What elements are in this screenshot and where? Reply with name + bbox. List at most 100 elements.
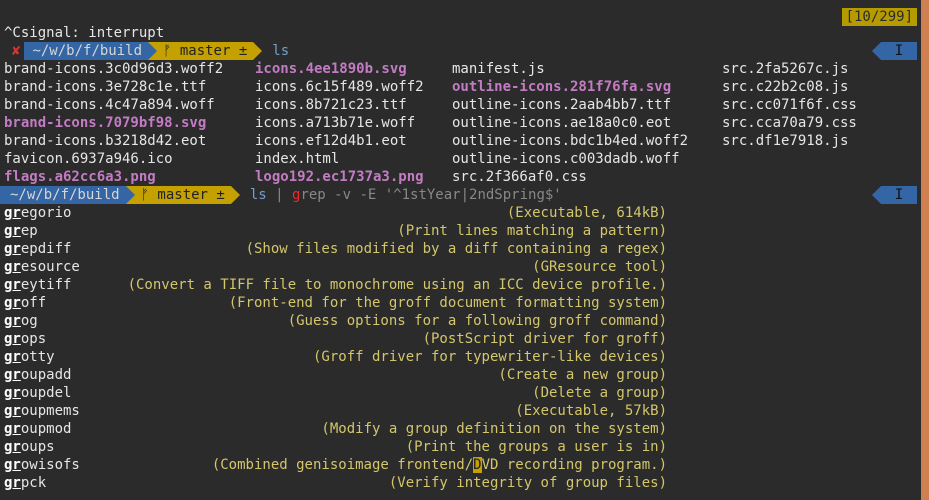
ls-file-entry: manifest.js bbox=[452, 61, 545, 77]
completion-match-prefix: gr bbox=[4, 421, 21, 437]
completion-description: (Front-end for the groff document format… bbox=[228, 295, 667, 311]
prompt-branch: ᚠ master ± bbox=[157, 42, 254, 60]
completion-item[interactable]: groupdel bbox=[4, 384, 71, 402]
completion-match-prefix: gr bbox=[4, 349, 21, 365]
signal-line: ^Csignal: interrupt bbox=[4, 25, 165, 41]
vi-mode-indicator: I bbox=[881, 186, 917, 204]
prompt-1: ✘ ~/w/b/f/build ᚠ master ± ls bbox=[0, 42, 289, 60]
vi-mode-indicator: I bbox=[881, 42, 917, 60]
completion-description: (Guess options for a following groff com… bbox=[287, 313, 667, 329]
ls-file-entry: src.2fa5267c.js bbox=[722, 61, 849, 77]
scrollbar[interactable] bbox=[921, 0, 929, 500]
completion-item[interactable]: groupmems bbox=[4, 402, 80, 420]
ls-file-entry: icons.a713b71e.woff bbox=[255, 115, 416, 131]
completion-match-prefix: gr bbox=[4, 475, 21, 491]
completion-description-part: (Combined genisoimage frontend/ bbox=[211, 457, 474, 473]
ls-file-entry: outline-icons.2aab4bb7.ttf bbox=[452, 97, 672, 113]
completion-description: (Print the groups a user is in) bbox=[405, 439, 667, 455]
completion-item[interactable]: growisofs bbox=[4, 456, 80, 474]
completion-item[interactable]: gresource bbox=[4, 258, 80, 276]
ls-file-entry: src.cc071f6f.css bbox=[722, 97, 857, 113]
prompt-2: ~/w/b/f/build ᚠ master ± ls | g rep -v -E… bbox=[0, 186, 562, 204]
ls-file-entry: index.html bbox=[255, 151, 340, 167]
completion-item[interactable]: grep bbox=[4, 222, 38, 240]
completion-command: pck bbox=[20, 475, 47, 491]
completion-match-prefix: gr bbox=[4, 259, 21, 275]
completion-command: oupdel bbox=[20, 385, 72, 401]
completion-item[interactable]: greytiff bbox=[4, 276, 71, 294]
ls-file-entry: brand-icons.7079bf98.svg bbox=[4, 115, 207, 131]
completion-description: (Show files modified by a diff containin… bbox=[245, 241, 667, 257]
completion-command: esource bbox=[20, 259, 80, 275]
completion-command: otty bbox=[20, 349, 55, 365]
ls-file-entry: brand-icons.b3218d42.eot bbox=[4, 133, 207, 149]
completion-item[interactable]: groupmod bbox=[4, 420, 71, 438]
completion-command: oups bbox=[20, 439, 55, 455]
prompt-path: ~/w/b/f/build bbox=[24, 42, 149, 60]
command-pipe: | bbox=[266, 187, 292, 203]
completion-item[interactable]: grotty bbox=[4, 348, 55, 366]
ls-file-entry: brand-icons.4c47a894.woff bbox=[4, 97, 215, 113]
ls-file-entry: src.2f366af0.css bbox=[452, 169, 587, 185]
right-prompt-1: I bbox=[872, 42, 917, 60]
completion-match-prefix: gr bbox=[4, 313, 21, 329]
ls-file-entry: brand-icons.3e728c1e.ttf bbox=[4, 79, 207, 95]
ls-file-entry: favicon.6937a946.ico bbox=[4, 151, 173, 167]
completion-description: (Convert a TIFF file to monochrome using… bbox=[127, 277, 667, 293]
completion-match-prefix: gr bbox=[4, 457, 21, 473]
command-autosuggest: rep -v -E '^1stYear|2ndSpring$' bbox=[300, 187, 562, 203]
powerline-arrow-icon bbox=[872, 186, 881, 204]
completion-command: oupadd bbox=[20, 367, 72, 383]
ls-file-entry: src.cca70a79.css bbox=[722, 115, 857, 131]
ls-file-entry: icons.ef12d4b1.eot bbox=[255, 133, 407, 149]
completion-match-prefix: gr bbox=[4, 223, 21, 239]
ls-file-entry: icons.8b721c23.ttf bbox=[255, 97, 407, 113]
completion-description: (GResource tool) bbox=[532, 259, 667, 275]
prompt-path: ~/w/b/f/build bbox=[0, 186, 126, 204]
error-status-icon: ✘ bbox=[0, 42, 25, 60]
completion-command: oupmod bbox=[20, 421, 72, 437]
completion-item[interactable]: grog bbox=[4, 312, 38, 330]
completion-counter: [10/299] bbox=[841, 8, 917, 26]
completion-description: (Print lines matching a pattern) bbox=[397, 223, 667, 239]
ls-file-entry: outline-icons.bdc1b4ed.woff2 bbox=[452, 133, 689, 149]
completion-description: (Combined genisoimage frontend/DVD recor… bbox=[212, 456, 667, 474]
ls-file-entry: src.df1e7918.js bbox=[722, 133, 849, 149]
completion-item[interactable]: gregorio bbox=[4, 204, 71, 222]
ls-file-entry: src.c22b2c08.js bbox=[722, 79, 849, 95]
completion-item[interactable]: groupadd bbox=[4, 366, 71, 384]
completion-description: (Delete a group) bbox=[532, 385, 667, 401]
completion-match-prefix: gr bbox=[4, 367, 21, 383]
completion-match-prefix: gr bbox=[4, 277, 21, 293]
completion-match-prefix: gr bbox=[4, 439, 21, 455]
completion-description-part: VD recording program.) bbox=[481, 457, 667, 473]
completion-description: (Groff driver for typewriter-like device… bbox=[312, 349, 667, 365]
completion-command: ep bbox=[20, 223, 38, 239]
ls-file-entry: icons.6c15f489.woff2 bbox=[255, 79, 424, 95]
completion-match-prefix: gr bbox=[4, 241, 21, 257]
powerline-arrow-icon bbox=[230, 186, 240, 204]
completion-item[interactable]: groups bbox=[4, 438, 55, 456]
completion-match-prefix: gr bbox=[4, 205, 21, 221]
prompt-branch: ᚠ master ± bbox=[134, 186, 231, 204]
completion-match-prefix: gr bbox=[4, 403, 21, 419]
completion-description: (Verify integrity of group files) bbox=[388, 475, 667, 491]
completion-description: (Executable, 614kB) bbox=[506, 205, 667, 221]
completion-command: og bbox=[20, 313, 38, 329]
completion-match-prefix: gr bbox=[4, 331, 21, 347]
completion-description: (Executable, 57kB) bbox=[515, 403, 667, 419]
powerline-arrow-icon bbox=[253, 42, 263, 60]
text-cursor: D bbox=[473, 457, 482, 473]
completion-item[interactable]: grepdiff bbox=[4, 240, 71, 258]
completion-description: (Modify a group definition on the system… bbox=[321, 421, 667, 437]
command-ls: ls bbox=[249, 187, 267, 203]
completion-item[interactable]: grpck bbox=[4, 474, 46, 492]
ls-file-entry: icons.4ee1890b.svg bbox=[255, 61, 407, 77]
command-typed[interactable]: g bbox=[292, 186, 300, 204]
ls-file-entry: brand-icons.3c0d96d3.woff2 bbox=[4, 61, 224, 77]
ls-file-entry: outline-icons.281f76fa.svg bbox=[452, 79, 672, 95]
completion-item[interactable]: grops bbox=[4, 330, 46, 348]
powerline-arrow-icon bbox=[148, 42, 158, 60]
completion-item[interactable]: groff bbox=[4, 294, 46, 312]
powerline-arrow-icon bbox=[125, 186, 135, 204]
